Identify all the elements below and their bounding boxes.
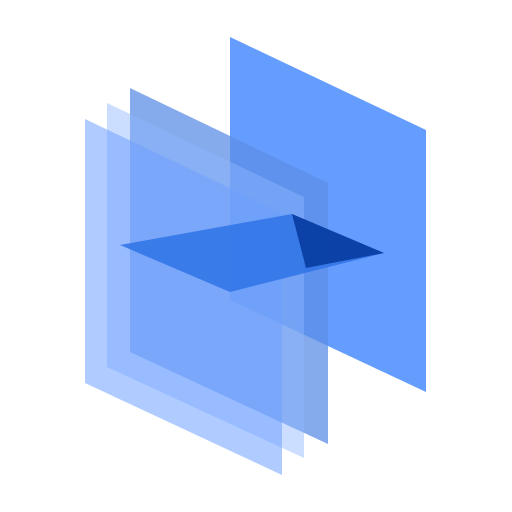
logo-canvas — [0, 0, 512, 512]
stacked-planes-logo-icon — [85, 37, 426, 475]
